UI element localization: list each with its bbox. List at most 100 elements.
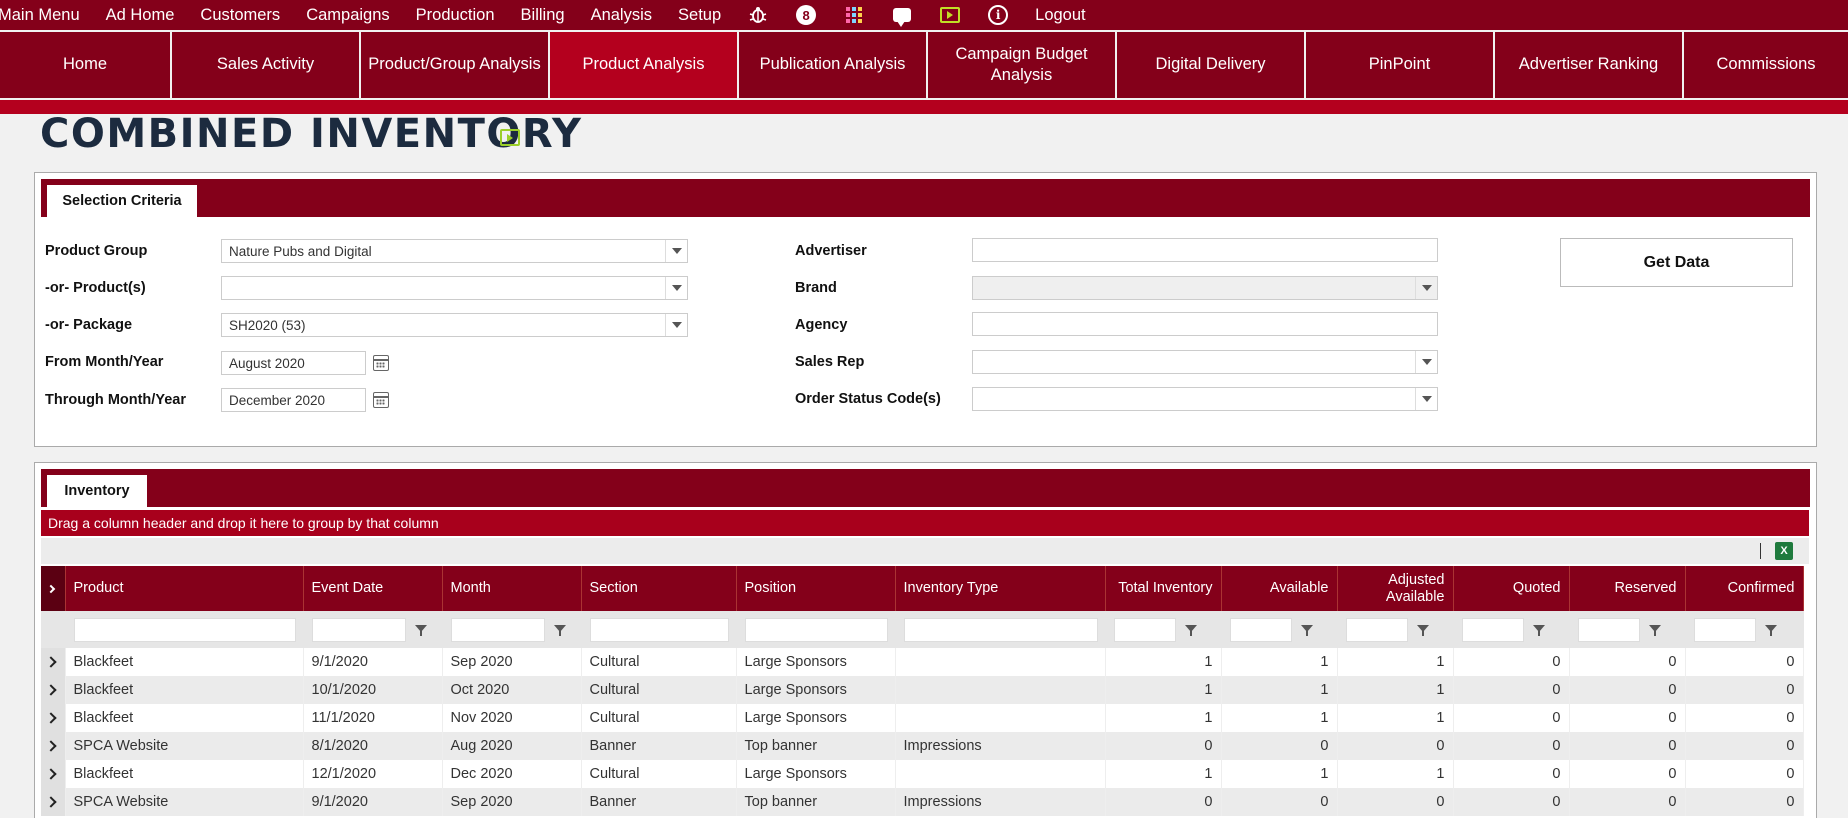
expand-row-button[interactable]: [41, 648, 66, 676]
table-row[interactable]: Blackfeet 12/1/2020 Dec 2020 Cultural Large …: [41, 760, 1804, 788]
filter-input[interactable]: [1693, 617, 1756, 642]
tab-publication-analysis[interactable]: Publication Analysis: [739, 32, 928, 98]
tab-selection-criteria[interactable]: Selection Criteria: [47, 185, 197, 217]
brand-select[interactable]: [972, 276, 1438, 300]
column-header[interactable]: Total Inventory: [1105, 566, 1222, 611]
get-data-button[interactable]: Get Data: [1560, 238, 1793, 287]
chevron-right-icon: [45, 712, 57, 724]
package-select[interactable]: SH2020 (53): [221, 313, 688, 337]
tab-digital-delivery[interactable]: Digital Delivery: [1117, 32, 1306, 98]
filter-icon[interactable]: [549, 618, 571, 642]
column-header[interactable]: Adjusted Available: [1337, 566, 1454, 611]
filter-icon[interactable]: [410, 618, 432, 642]
table-cell: 0: [1221, 732, 1338, 760]
expand-row-button[interactable]: [41, 732, 66, 760]
notification-icon[interactable]: 8: [795, 4, 817, 26]
menu-billing[interactable]: Billing: [521, 6, 565, 25]
column-header[interactable]: Inventory Type: [895, 566, 1106, 611]
filter-icon[interactable]: [1412, 618, 1434, 642]
filter-icon[interactable]: [1296, 618, 1318, 642]
tab-home[interactable]: Home: [0, 32, 172, 98]
filter-input[interactable]: [450, 617, 545, 642]
menu-campaigns[interactable]: Campaigns: [306, 6, 389, 25]
tab-commissions[interactable]: Commissions: [1684, 32, 1848, 98]
chat-icon[interactable]: [891, 4, 913, 27]
column-header[interactable]: Quoted: [1453, 566, 1570, 611]
table-cell: Large Sponsors: [736, 704, 896, 732]
expand-row-button[interactable]: [41, 788, 66, 816]
menu-production[interactable]: Production: [416, 6, 495, 25]
tab-sales-activity[interactable]: Sales Activity: [172, 32, 361, 98]
advertiser-field[interactable]: [972, 238, 1438, 262]
tab-product-group-analysis[interactable]: Product/Group Analysis: [361, 32, 550, 98]
products-select[interactable]: [221, 276, 688, 300]
filter-input[interactable]: [311, 617, 406, 642]
video-icon[interactable]: [500, 129, 520, 146]
expand-row-button[interactable]: [41, 760, 66, 788]
column-header[interactable]: Available: [1221, 566, 1338, 611]
table-row[interactable]: Blackfeet 9/1/2020 Sep 2020 Cultural Large S…: [41, 648, 1804, 676]
expand-row-button[interactable]: [41, 704, 66, 732]
video-icon[interactable]: [939, 4, 961, 26]
table-row[interactable]: Blackfeet 11/1/2020 Nov 2020 Cultural Large …: [41, 704, 1804, 732]
column-header[interactable]: Confirmed: [1685, 566, 1804, 611]
chevron-down-icon[interactable]: [1415, 388, 1437, 410]
chevron-down-icon[interactable]: [1415, 351, 1437, 373]
calendar-icon[interactable]: [373, 355, 389, 371]
analysis-nav: Home Sales Activity Product/Group Analys…: [0, 32, 1848, 98]
tab-pinpoint[interactable]: PinPoint: [1306, 32, 1495, 98]
calendar-icon[interactable]: [373, 392, 389, 408]
agency-field[interactable]: [972, 312, 1438, 336]
filter-icon[interactable]: [1180, 618, 1202, 642]
chevron-down-icon[interactable]: [665, 314, 687, 336]
sales-rep-select[interactable]: [972, 350, 1438, 374]
filter-input[interactable]: [744, 617, 888, 642]
tab-inventory[interactable]: Inventory: [47, 475, 147, 507]
table-cell: 8/1/2020: [303, 732, 443, 760]
menu-main[interactable]: Main Menu: [0, 6, 80, 25]
tab-campaign-budget-analysis[interactable]: Campaign Budget Analysis: [928, 32, 1117, 98]
filter-input[interactable]: [73, 617, 296, 642]
logout-link[interactable]: Logout: [1035, 6, 1085, 25]
filter-icon[interactable]: [1760, 618, 1782, 642]
order-status-select[interactable]: [972, 387, 1438, 411]
menu-ad-home[interactable]: Ad Home: [106, 6, 175, 25]
column-header[interactable]: Product: [65, 566, 304, 611]
product-group-select[interactable]: Nature Pubs and Digital: [221, 239, 688, 263]
through-month-field[interactable]: December 2020: [221, 388, 366, 412]
filter-input[interactable]: [1113, 617, 1176, 642]
group-drop-zone[interactable]: Drag a column header and drop it here to…: [41, 510, 1809, 536]
from-month-field[interactable]: August 2020: [221, 351, 366, 375]
menu-analysis[interactable]: Analysis: [591, 6, 652, 25]
column-header[interactable]: Event Date: [303, 566, 443, 611]
table-row[interactable]: Blackfeet 10/1/2020 Oct 2020 Cultural Large …: [41, 676, 1804, 704]
filter-icon[interactable]: [1644, 618, 1666, 642]
filter-input[interactable]: [1577, 617, 1640, 642]
apps-grid-icon[interactable]: [843, 4, 865, 26]
table-row[interactable]: SPCA Website 9/1/2020 Sep 2020 Banner Top ba…: [41, 788, 1804, 816]
tab-advertiser-ranking[interactable]: Advertiser Ranking: [1495, 32, 1684, 98]
bug-icon[interactable]: [747, 4, 769, 26]
chevron-down-icon[interactable]: [665, 240, 687, 262]
column-header[interactable]: Position: [736, 566, 896, 611]
column-header[interactable]: Section: [581, 566, 737, 611]
expand-row-button[interactable]: [41, 676, 66, 704]
table-row[interactable]: SPCA Website 8/1/2020 Aug 2020 Banner Top ba…: [41, 732, 1804, 760]
filter-input[interactable]: [1461, 617, 1524, 642]
column-header[interactable]: Month: [442, 566, 582, 611]
chevron-down-icon[interactable]: [1415, 277, 1437, 299]
filter-input[interactable]: [903, 617, 1098, 642]
filter-icon[interactable]: [1528, 618, 1550, 642]
table-cell: [895, 760, 1106, 788]
menu-customers[interactable]: Customers: [200, 6, 280, 25]
column-header[interactable]: Reserved: [1569, 566, 1686, 611]
chevron-down-icon[interactable]: [665, 277, 687, 299]
filter-input[interactable]: [1345, 617, 1408, 642]
filter-input[interactable]: [589, 617, 729, 642]
filter-input[interactable]: [1229, 617, 1292, 642]
excel-export-icon[interactable]: X: [1775, 542, 1793, 560]
info-icon[interactable]: i: [987, 4, 1009, 26]
expand-all-header[interactable]: [41, 566, 66, 611]
tab-product-analysis[interactable]: Product Analysis: [550, 32, 739, 98]
menu-setup[interactable]: Setup: [678, 6, 721, 25]
